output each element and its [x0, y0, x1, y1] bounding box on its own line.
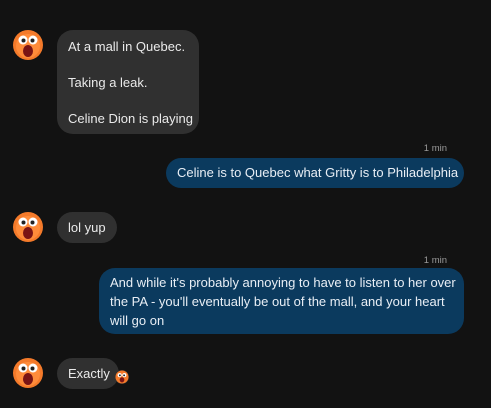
incoming-message-bubble[interactable]: At a mall in Quebec. Taking a leak. Celi… [57, 30, 199, 134]
typing-indicator [234, 0, 284, 2]
message-thread: At a mall in Quebec. Taking a leak. Celi… [0, 0, 491, 408]
gritty-avatar-icon [13, 212, 43, 242]
message-line: Taking a leak. [68, 75, 148, 90]
gritty-avatar-icon [13, 358, 43, 388]
message-timestamp: 1 min [423, 255, 447, 266]
message-timestamp: 1 min [423, 143, 447, 154]
gritty-avatar-icon [13, 30, 43, 60]
message-line: the PA - you'll eventually be out of the… [110, 294, 445, 309]
contact-avatar[interactable] [13, 212, 43, 242]
contact-avatar[interactable] [13, 358, 43, 388]
outgoing-message-bubble[interactable]: And while it's probably annoying to have… [99, 268, 464, 334]
gritty-emoji-icon [115, 370, 129, 384]
message-text: lol yup [68, 220, 106, 235]
contact-avatar[interactable] [13, 30, 43, 60]
outgoing-message-bubble[interactable]: Celine is to Quebec what Gritty is to Ph… [166, 158, 464, 188]
message-text: Exactly [68, 366, 110, 381]
incoming-message-bubble[interactable]: lol yup [57, 212, 117, 243]
message-line: will go on [110, 313, 165, 328]
message-line: At a mall in Quebec. [68, 39, 186, 54]
message-line: And while it's probably annoying to have… [110, 275, 456, 290]
message-text: Celine is to Quebec what Gritty is to Ph… [177, 165, 459, 180]
message-reaction[interactable] [115, 370, 129, 384]
incoming-message-bubble[interactable]: Exactly [57, 358, 119, 389]
message-line: Celine Dion is playing [68, 111, 194, 126]
